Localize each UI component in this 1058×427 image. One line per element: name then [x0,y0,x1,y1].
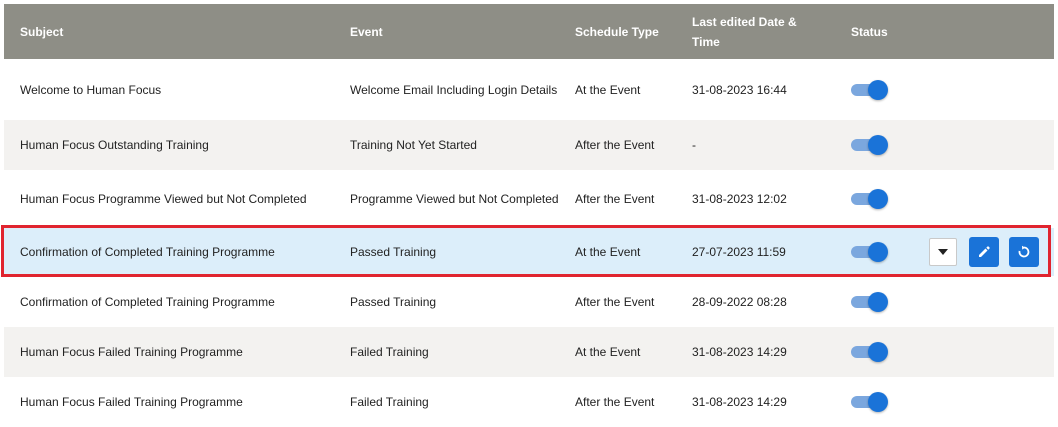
table-row[interactable]: Welcome to Human Focus Welcome Email Inc… [4,59,1054,120]
cell-status [851,377,911,427]
cell-schedule-type: After the Event [575,294,655,309]
cell-last-edited: 31-08-2023 12:02 [692,192,787,206]
cell-subject: Human Focus Failed Training Programme [20,395,243,409]
table-row[interactable]: Human Focus Programme Viewed but Not Com… [4,170,1054,228]
cell-schedule-type: After the Event [575,395,655,409]
cell-event: Passed Training [350,294,437,309]
cell-subject: Human Focus Outstanding Training [20,138,209,152]
reset-icon [1018,245,1030,258]
header-schedule-type[interactable]: Schedule Type [575,4,685,59]
header-event[interactable]: Event [350,4,560,59]
table-row[interactable]: Human Focus Failed Training Programme Fa… [4,377,1054,427]
table-row-selected[interactable]: Confirmation of Completed Training Progr… [4,228,1054,276]
status-toggle[interactable] [851,79,888,101]
cell-status [851,327,911,377]
cell-last-edited: 28-09-2022 08:28 [692,294,787,309]
cell-schedule-type: At the Event [575,345,641,359]
cell-subject: Welcome to Human Focus [20,82,162,97]
status-toggle[interactable] [851,341,888,363]
cell-schedule-type: After the Event [575,192,655,206]
cell-subject: Confirmation of Completed Training Progr… [20,294,275,309]
header-last-edited[interactable]: Last edited Date & Time [692,4,812,59]
status-toggle[interactable] [851,291,888,313]
status-toggle[interactable] [851,391,888,413]
cell-subject: Human Focus Programme Viewed but Not Com… [20,192,307,206]
cell-event: Programme Viewed but Not Completed [350,192,559,206]
table-row[interactable]: Human Focus Outstanding Training Trainin… [4,120,1054,170]
cell-status [851,120,911,170]
row-options-dropdown-button[interactable] [929,238,957,266]
cell-event: Training Not Yet Started [350,138,477,152]
email-templates-table: Subject Event Schedule Type Last edited … [4,4,1054,427]
cell-event: Failed Training [350,345,429,359]
cell-event: Failed Training [350,395,429,409]
table-row[interactable]: Human Focus Failed Training Programme Fa… [4,327,1054,377]
table-row[interactable]: Confirmation of Completed Training Progr… [4,276,1054,327]
pencil-icon [979,246,990,257]
cell-subject: Human Focus Failed Training Programme [20,345,243,359]
cell-status [851,170,911,228]
reset-button[interactable] [1009,237,1039,267]
cell-last-edited: 31-08-2023 16:44 [692,82,787,97]
cell-event: Welcome Email Including Login Details [350,82,558,97]
cell-status [851,276,911,327]
row-actions [4,228,1054,276]
edit-button[interactable] [969,237,999,267]
status-toggle[interactable] [851,134,888,156]
cell-last-edited: 31-08-2023 14:29 [692,345,787,359]
table-header: Subject Event Schedule Type Last edited … [4,4,1054,59]
cell-schedule-type: After the Event [575,138,655,152]
status-toggle[interactable] [851,188,888,210]
cell-last-edited: - [692,138,696,152]
cell-status [851,59,911,120]
cell-schedule-type: At the Event [575,82,641,97]
caret-down-icon [938,249,948,255]
header-status[interactable]: Status [851,4,911,59]
cell-last-edited: 31-08-2023 14:29 [692,395,787,409]
header-subject[interactable]: Subject [20,4,340,59]
